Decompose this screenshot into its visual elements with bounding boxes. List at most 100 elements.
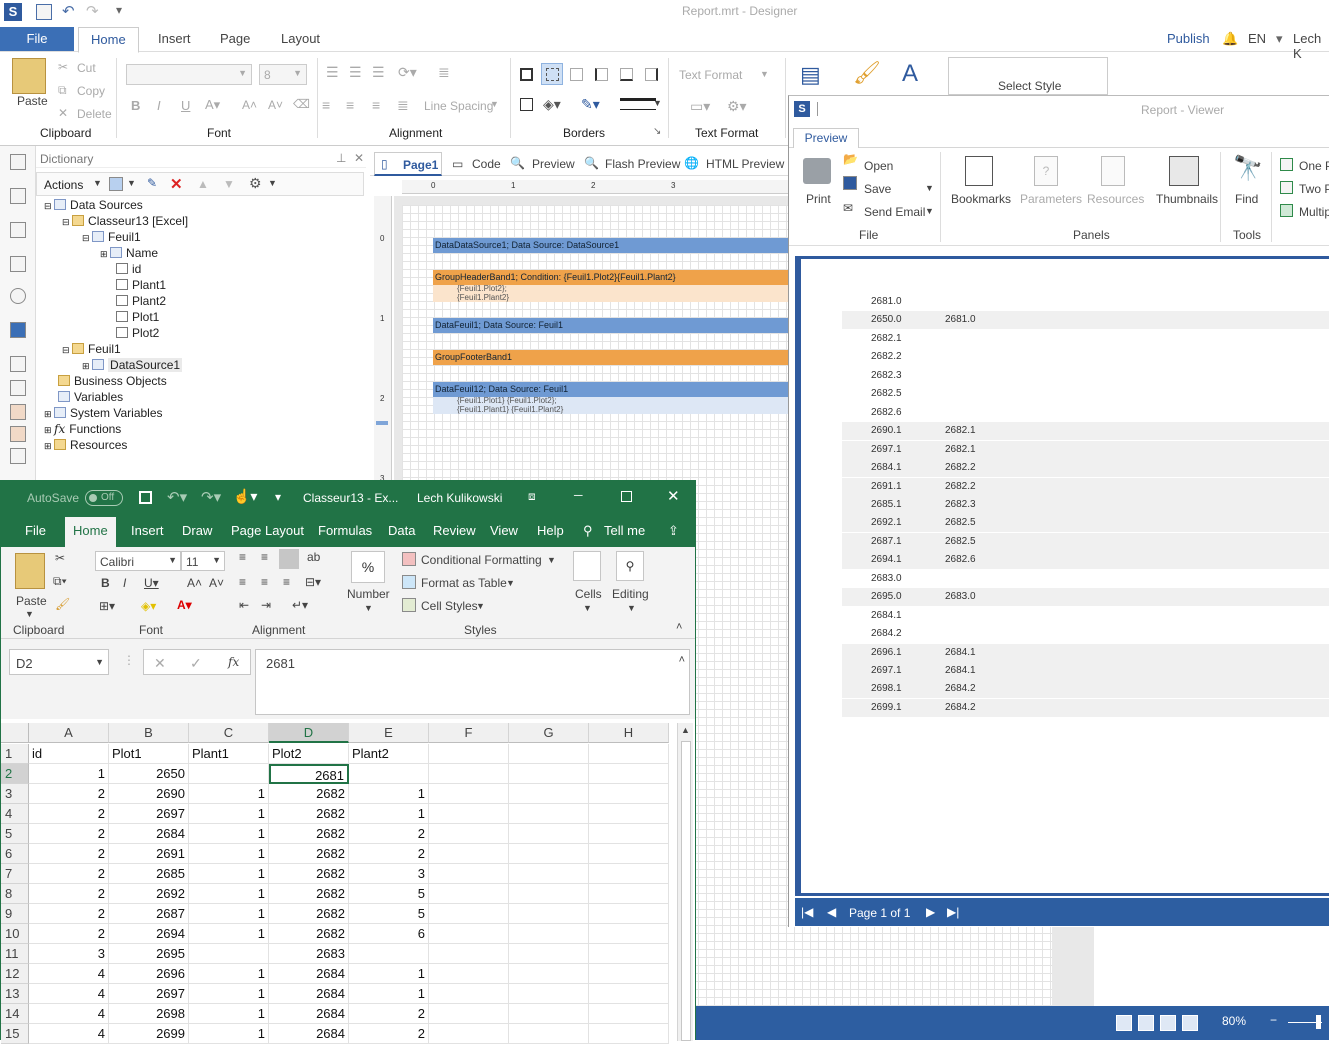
clear-format-icon[interactable]: ⌫ [293, 97, 310, 111]
grid-cell[interactable]: 2681 [269, 764, 349, 784]
grid-cell[interactable]: Plot1 [109, 744, 189, 764]
grid-cell[interactable]: 5 [349, 904, 429, 924]
border-all-icon[interactable] [520, 68, 533, 81]
border-color-icon[interactable]: ✎▾ [581, 96, 600, 113]
close-icon[interactable]: ✕ [667, 487, 680, 505]
condition-icon[interactable]: ▭▾ [690, 98, 710, 115]
tab-flash-preview-icon[interactable]: 🔍 [584, 156, 599, 170]
undo-icon[interactable]: ↶ [62, 2, 75, 20]
grid-cell[interactable]: 2696 [109, 964, 189, 984]
border-none-icon[interactable] [541, 63, 563, 85]
file-menu[interactable]: File [0, 27, 74, 51]
border-right-icon[interactable] [645, 68, 658, 81]
grid-cell[interactable]: 6 [349, 924, 429, 944]
align-justify-icon[interactable]: ≣ [397, 97, 409, 114]
cells-icon[interactable] [573, 551, 601, 581]
excel-paste-button[interactable]: Paste [16, 594, 47, 608]
tree-node-name[interactable]: ⊞ Name [100, 246, 158, 260]
tab-preview[interactable]: Preview [532, 157, 575, 171]
send-email-icon[interactable]: ✉ [843, 201, 853, 215]
tell-me-icon[interactable]: ⚲ [583, 523, 593, 539]
zoom-out-icon[interactable]: − [1270, 1013, 1277, 1027]
toolbox-panel-icon[interactable] [10, 448, 26, 464]
band-group-footer[interactable]: GroupFooterBand1 [433, 350, 788, 365]
grid-cell[interactable] [589, 904, 669, 924]
grid-cell[interactable]: 2 [29, 904, 109, 924]
tab-flash-preview[interactable]: Flash Preview [605, 157, 680, 171]
grid-cell[interactable] [349, 764, 429, 784]
paste-button[interactable]: Paste [17, 94, 48, 108]
merge-center-icon[interactable]: ⊟▾ [305, 575, 321, 589]
formula-bar-splitter-icon[interactable]: ⋮ [123, 653, 135, 667]
column-header-a[interactable]: A [29, 723, 109, 743]
excel-tab-page-layout[interactable]: Page Layout [231, 523, 304, 538]
grid-cell[interactable] [429, 1024, 509, 1044]
grid-cell[interactable]: 2682 [269, 864, 349, 884]
parameters-button[interactable]: Parameters [1020, 192, 1082, 206]
grid-cell[interactable] [589, 784, 669, 804]
cell-styles-chevron-icon[interactable]: ▼ [476, 601, 485, 611]
customize-icon[interactable]: ▾ [116, 3, 122, 17]
align-center-icon[interactable]: ≡ [346, 97, 354, 113]
minimize-icon[interactable]: ─ [574, 488, 583, 502]
grid-cell[interactable]: 2695 [109, 944, 189, 964]
wrap-text-icon[interactable]: ↵▾ [292, 598, 308, 612]
row-header[interactable]: 7 [1, 864, 29, 884]
one-page-icon[interactable] [1280, 158, 1293, 171]
open-button[interactable]: Open [864, 159, 893, 173]
grid-cell[interactable] [589, 764, 669, 784]
grid-cell[interactable]: 1 [189, 804, 269, 824]
grid-cell[interactable]: 1 [189, 844, 269, 864]
name-box[interactable]: D2 ▼ [9, 649, 109, 675]
grid-cell[interactable] [589, 884, 669, 904]
grid-cell[interactable]: 2684 [269, 964, 349, 984]
column-header-d[interactable]: D [269, 723, 349, 743]
move-up-icon[interactable]: ▲ [197, 177, 209, 191]
number-chevron-icon[interactable]: ▼ [364, 603, 373, 613]
language-select[interactable]: EN [1248, 31, 1266, 46]
view-normal-icon[interactable] [1116, 1015, 1132, 1031]
tab-page1[interactable]: ▯ Page1 [374, 152, 442, 176]
excel-undo-icon[interactable]: ↶▾ [167, 488, 187, 506]
grid-cell[interactable]: 4 [29, 1024, 109, 1044]
grid-cell[interactable] [509, 884, 589, 904]
text-format-chevron-icon[interactable]: ▼ [760, 69, 769, 79]
grid-cell[interactable] [589, 1004, 669, 1024]
new-item-chevron-icon[interactable]: ▼ [127, 178, 136, 188]
print-icon[interactable] [803, 158, 831, 184]
pin-icon[interactable]: ⊥ [336, 151, 346, 165]
grid-cell[interactable]: 2684 [109, 824, 189, 844]
tree-node-id[interactable]: id [116, 262, 141, 276]
grid-cell[interactable]: 2690 [109, 784, 189, 804]
excel-bold-icon[interactable]: B [101, 576, 110, 590]
grid-cell[interactable] [589, 804, 669, 824]
grid-cell[interactable]: 1 [349, 984, 429, 1004]
close-dictionary-icon[interactable]: ✕ [354, 151, 364, 165]
grid-cell[interactable]: 3 [349, 864, 429, 884]
grid-cell[interactable] [429, 804, 509, 824]
view-multi-icon[interactable] [1182, 1015, 1198, 1031]
tab-insert[interactable]: Insert [158, 31, 191, 46]
column-header-e[interactable]: E [349, 723, 429, 743]
band-expression[interactable]: {Feuil1.Plant2} [457, 293, 509, 302]
excel-save-icon[interactable] [139, 491, 152, 504]
row-header[interactable]: 1 [1, 744, 29, 764]
grid-cell[interactable] [429, 1004, 509, 1024]
cell-styles-icon[interactable] [402, 598, 416, 612]
select-style-box[interactable]: Select Style [948, 57, 1108, 95]
grid-cell[interactable]: 1 [189, 904, 269, 924]
column-header-b[interactable]: B [109, 723, 189, 743]
toolbox-shape-icon[interactable] [10, 288, 26, 304]
settings-chevron-icon[interactable]: ▼ [268, 178, 277, 188]
grid-cell[interactable] [429, 864, 509, 884]
grid-cell[interactable]: 2691 [109, 844, 189, 864]
band-data-feuil1[interactable]: DataFeuil1; Data Source: Feuil1 [433, 318, 788, 333]
find-icon[interactable]: 🔭 [1233, 154, 1263, 183]
ribbon-display-icon[interactable]: ⧈ [528, 489, 536, 504]
band-expression[interactable]: {Feuil1.Plot1} {Feuil1.Plot2}; [457, 396, 557, 405]
grid-cell[interactable]: 2 [349, 844, 429, 864]
actions-chevron-icon[interactable]: ▼ [93, 178, 102, 188]
band-data-feuil12[interactable]: DataFeuil12; Data Source: Feuil1 [433, 382, 788, 397]
grid-cell[interactable]: 1 [189, 884, 269, 904]
band-data-datasource1[interactable]: DataDataSource1; Data Source: DataSource… [433, 238, 788, 253]
